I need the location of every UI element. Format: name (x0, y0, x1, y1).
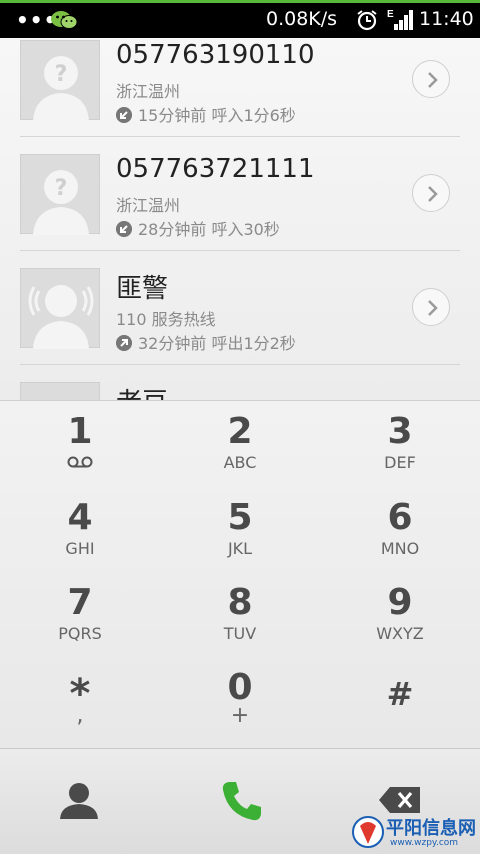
svg-text:?: ? (55, 62, 68, 87)
key-letters: PQRS (58, 624, 102, 643)
call-log-row[interactable]: 匪警 110 服务热线 32分钟前 呼出1分2秒 (0, 266, 480, 380)
contacts-button[interactable] (0, 749, 160, 854)
key-digit: 2 (227, 411, 253, 452)
key-digit: 5 (227, 497, 253, 538)
caller-name: 057763721111 (116, 154, 315, 184)
key-digit: # (386, 675, 414, 713)
call-log-row[interactable]: ? 057763190110 浙江温州 15分钟前 呼入1分6秒 (0, 38, 480, 152)
call-button[interactable] (160, 749, 320, 854)
key-digit: 4 (67, 497, 93, 538)
call-log-list[interactable]: ? 057763190110 浙江温州 15分钟前 呼入1分6秒 ? 05776… (0, 38, 480, 400)
dialpad-key-9[interactable]: 9 WXYZ (320, 572, 480, 658)
chevron-right-icon (428, 72, 438, 88)
call-log-row[interactable]: 老豆 (0, 380, 480, 400)
dialpad-key-pound[interactable]: # (320, 657, 480, 743)
call-details-button[interactable] (412, 174, 450, 212)
row-divider (20, 250, 460, 251)
activity-indicator (0, 0, 480, 3)
call-meta-text: 15分钟前 呼入1分6秒 (138, 106, 296, 125)
wechat-icon (51, 11, 78, 29)
status-bar: ••• 0.08K/s E 11:40 (0, 0, 480, 38)
key-letters: TUV (223, 624, 257, 643)
call-meta: 32分钟前 呼出1分2秒 (116, 330, 296, 354)
row-divider (20, 136, 460, 137)
dialpad: 1 2 ABC 3 DEF 4 GHI 5 JKL 6 MNO 7 PQRS 8… (0, 400, 480, 748)
incoming-call-icon (116, 221, 132, 237)
voicemail-icon (67, 456, 93, 468)
key-letters: MNO (380, 539, 420, 558)
key-digit: 9 (387, 582, 413, 623)
svg-text:?: ? (55, 176, 68, 201)
phone-call-icon (222, 782, 261, 821)
key-digit: 1 (67, 411, 93, 452)
signal-icon: E (387, 9, 413, 30)
key-letters: , (76, 703, 84, 728)
unknown-person-icon: ? (33, 56, 89, 121)
network-speed: 0.08K/s (266, 8, 338, 30)
clock: 11:40 (419, 8, 474, 30)
watermark-logo-icon (352, 816, 384, 848)
chevron-right-icon (428, 186, 438, 202)
caller-location: 110 服务热线 (116, 310, 216, 329)
call-log-row[interactable]: ? 057763721111 浙江温州 28分钟前 呼入30秒 (0, 152, 480, 266)
unknown-contact-avatar[interactable]: ? (20, 40, 100, 121)
backspace-icon (379, 787, 420, 813)
contact-avatar[interactable] (20, 382, 100, 400)
dialpad-key-6[interactable]: 6 MNO (320, 487, 480, 573)
dialpad-key-3[interactable]: 3 DEF (320, 401, 480, 487)
key-digit: 0 (227, 667, 253, 708)
key-digit: 7 (67, 582, 93, 623)
caller-location: 浙江温州 (116, 196, 181, 215)
watermark-url: www.wzpy.com (390, 838, 459, 848)
contacts-icon (60, 783, 98, 819)
caller-location: 浙江温州 (116, 82, 181, 101)
incoming-call-icon (116, 107, 132, 123)
network-type: E (387, 9, 394, 20)
caller-name: 老豆 (116, 382, 168, 400)
row-divider (20, 364, 460, 365)
alarm-icon (357, 10, 377, 31)
key-digit: 3 (387, 411, 413, 452)
unknown-contact-avatar[interactable]: ? (20, 154, 100, 235)
dialpad-key-1[interactable]: 1 (0, 401, 160, 487)
caller-name: 匪警 (116, 274, 169, 304)
dialpad-key-4[interactable]: 4 GHI (0, 487, 160, 573)
watermark-title: 平阳信息网 (386, 818, 476, 839)
site-watermark: 平阳信息网 www.wzpy.com (346, 812, 476, 852)
key-digit: 8 (227, 582, 253, 623)
call-details-button[interactable] (412, 60, 450, 98)
dialpad-key-0[interactable]: 0 + (160, 657, 320, 743)
person-broadcast-icon (28, 285, 94, 349)
chevron-right-icon (428, 300, 438, 316)
service-contact-avatar[interactable] (20, 268, 100, 349)
key-letters: DEF (384, 453, 416, 472)
outgoing-call-icon (116, 335, 132, 351)
key-letters: + (230, 703, 250, 728)
key-letters: WXYZ (376, 624, 424, 643)
dialpad-key-star[interactable]: * , (0, 657, 160, 743)
key-letters: JKL (227, 539, 253, 558)
call-details-button[interactable] (412, 288, 450, 326)
dialpad-key-5[interactable]: 5 JKL (160, 487, 320, 573)
dialpad-key-2[interactable]: 2 ABC (160, 401, 320, 487)
key-letters: ABC (223, 453, 257, 472)
key-letters: GHI (65, 539, 95, 558)
call-meta: 28分钟前 呼入30秒 (116, 216, 280, 240)
dialpad-key-7[interactable]: 7 PQRS (0, 572, 160, 658)
caller-name: 057763190110 (116, 40, 315, 70)
key-digit: 6 (387, 497, 413, 538)
call-meta-text: 28分钟前 呼入30秒 (138, 220, 280, 239)
call-meta: 15分钟前 呼入1分6秒 (116, 102, 296, 126)
dialpad-key-8[interactable]: 8 TUV (160, 572, 320, 658)
unknown-person-icon: ? (33, 170, 89, 235)
call-meta-text: 32分钟前 呼出1分2秒 (138, 334, 296, 353)
